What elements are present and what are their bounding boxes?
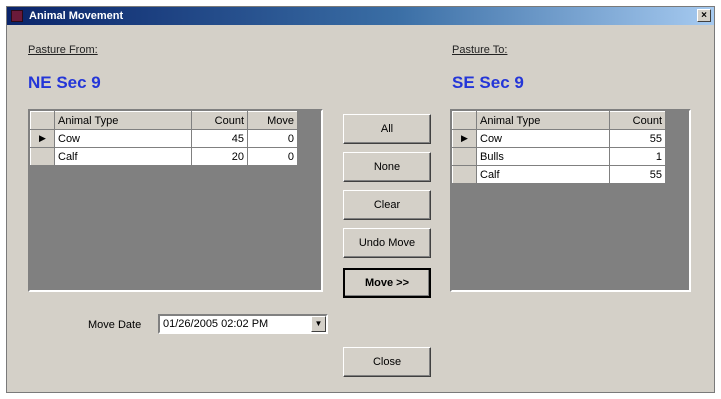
count-cell[interactable]: 20	[191, 147, 248, 166]
pasture-to-name: SE Sec 9	[452, 73, 524, 92]
pasture-from-label: Pasture From:	[28, 44, 98, 56]
count-cell[interactable]: 55	[609, 129, 666, 148]
move-date-picker[interactable]: 01/26/2005 02:02 PM ▼	[158, 314, 328, 334]
move-date-label: Move Date	[88, 319, 142, 331]
row-selector[interactable]	[452, 147, 477, 166]
table-row[interactable]: Calf 55	[452, 165, 666, 184]
app-icon	[11, 10, 23, 22]
clear-button[interactable]: Clear	[343, 190, 431, 220]
to-grid-header: Animal Type Count	[452, 111, 666, 130]
table-row[interactable]: ▶ Cow 55	[452, 129, 666, 148]
move-button[interactable]: Move >>	[343, 268, 431, 298]
row-selector-icon[interactable]: ▶	[30, 129, 55, 148]
window-title: Animal Movement	[29, 10, 124, 22]
chevron-down-icon[interactable]: ▼	[311, 316, 326, 332]
move-cell[interactable]: 0	[247, 147, 298, 166]
row-selector[interactable]	[30, 147, 55, 166]
move-cell[interactable]: 0	[247, 129, 298, 148]
animal-type-cell[interactable]: Cow	[476, 129, 610, 148]
pasture-to-label: Pasture To:	[452, 44, 508, 56]
count-cell[interactable]: 1	[609, 147, 666, 166]
move-date-value[interactable]: 01/26/2005 02:02 PM	[163, 318, 268, 330]
pasture-from-name: NE Sec 9	[28, 73, 101, 92]
animal-type-cell[interactable]: Bulls	[476, 147, 610, 166]
to-animals-grid[interactable]: Animal Type Count ▶ Cow 55 Bulls 1 Calf …	[450, 109, 691, 292]
row-selector-icon[interactable]: ▶	[452, 129, 477, 148]
animal-type-cell[interactable]: Calf	[54, 147, 192, 166]
from-grid-header: Animal Type Count Move	[30, 111, 298, 130]
count-cell[interactable]: 55	[609, 165, 666, 184]
table-row[interactable]: ▶ Cow 45 0	[30, 129, 298, 148]
column-header-animal-type[interactable]: Animal Type	[476, 111, 610, 130]
row-header-corner	[452, 111, 477, 130]
animal-movement-dialog: Animal Movement × Pasture From: NE Sec 9…	[6, 6, 715, 393]
none-button[interactable]: None	[343, 152, 431, 182]
count-cell[interactable]: 45	[191, 129, 248, 148]
table-row[interactable]: Calf 20 0	[30, 147, 298, 166]
column-header-count[interactable]: Count	[191, 111, 248, 130]
column-header-move[interactable]: Move	[247, 111, 298, 130]
close-window-button[interactable]: ×	[697, 9, 711, 22]
table-row[interactable]: Bulls 1	[452, 147, 666, 166]
animal-type-cell[interactable]: Cow	[54, 129, 192, 148]
column-header-count[interactable]: Count	[609, 111, 666, 130]
animal-type-cell[interactable]: Calf	[476, 165, 610, 184]
title-bar: Animal Movement ×	[7, 7, 714, 25]
row-selector[interactable]	[452, 165, 477, 184]
column-header-animal-type[interactable]: Animal Type	[54, 111, 192, 130]
from-animals-grid[interactable]: Animal Type Count Move ▶ Cow 45 0 Calf 2…	[28, 109, 323, 292]
undo-move-button[interactable]: Undo Move	[343, 228, 431, 258]
row-header-corner	[30, 111, 55, 130]
all-button[interactable]: All	[343, 114, 431, 144]
close-button[interactable]: Close	[343, 347, 431, 377]
